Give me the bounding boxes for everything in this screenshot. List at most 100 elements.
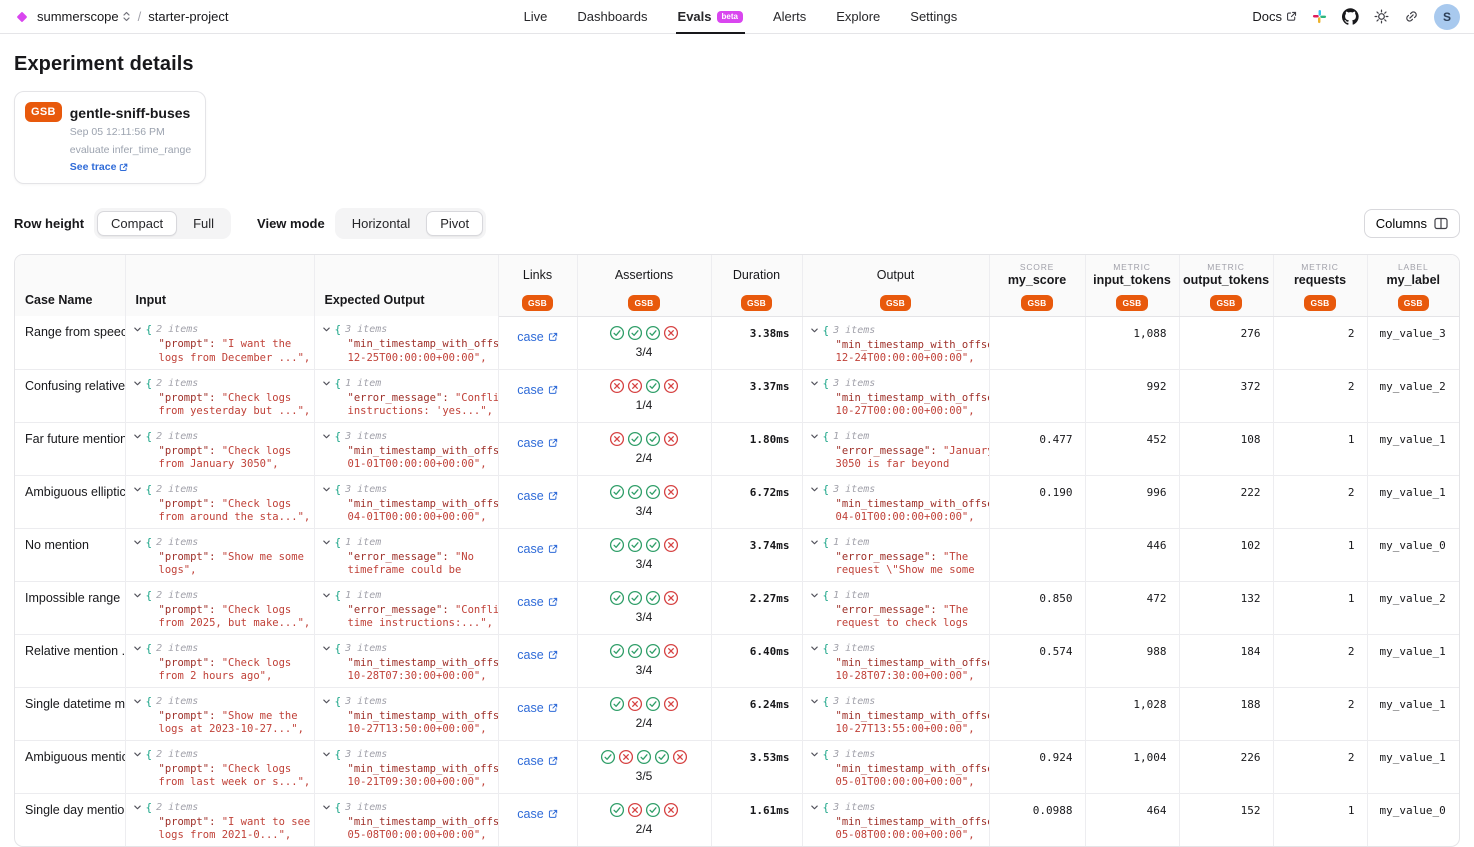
json-line: logs", [159, 564, 314, 578]
table-row: Confusing relative...{2 items"prompt": "… [15, 369, 1459, 422]
case-name-cell: Single day mention [15, 793, 125, 846]
project-name[interactable]: starter-project [148, 9, 228, 24]
json-brace: { [823, 589, 830, 602]
assertion-pass-icon [645, 643, 661, 659]
col-header-Links: Links [498, 255, 577, 288]
json-line: "prompt": "Check logs [159, 392, 314, 406]
collapse-chevron-icon[interactable] [133, 538, 142, 547]
collapse-chevron-icon[interactable] [322, 485, 331, 494]
docs-link[interactable]: Docs [1252, 9, 1297, 24]
collapse-chevron-icon[interactable] [133, 644, 142, 653]
case-link[interactable]: case [517, 807, 557, 821]
collapse-chevron-icon[interactable] [322, 750, 331, 759]
columns-button[interactable]: Columns [1364, 209, 1460, 238]
json-line: "min_timestamp_with_offset" [836, 339, 989, 353]
assertion-fail-icon [663, 378, 679, 394]
col-header-case-name: Case Name [15, 255, 125, 316]
slack-icon[interactable] [1312, 9, 1327, 24]
json-line: "min_timestamp_with_offset" [836, 763, 989, 777]
assertion-pass-icon [645, 378, 661, 394]
input-cell: {2 items"prompt": "Check logsfrom 2 hour… [125, 634, 314, 687]
collapse-chevron-icon[interactable] [322, 697, 331, 706]
tab-explore[interactable]: Explore [836, 0, 880, 34]
assertion-fraction: 2/4 [578, 716, 711, 730]
case-link[interactable]: case [517, 330, 557, 344]
json-item-count: 2 items [156, 537, 198, 548]
assertion-pass-icon [609, 325, 625, 341]
case-link[interactable]: case [517, 648, 557, 662]
collapse-chevron-icon[interactable] [810, 379, 819, 388]
collapse-chevron-icon[interactable] [810, 644, 819, 653]
collapse-chevron-icon[interactable] [133, 591, 142, 600]
assertion-fail-icon [618, 749, 634, 765]
json-line: "min_timestamp_with_offset" [836, 498, 989, 512]
tab-live[interactable]: Live [524, 0, 548, 34]
case-link[interactable]: case [517, 701, 557, 715]
table-row: Range from speech{2 items"prompt": "I wa… [15, 316, 1459, 369]
label-cell: my_value_0 [1367, 793, 1459, 846]
collapse-chevron-icon[interactable] [810, 803, 819, 812]
collapse-chevron-icon[interactable] [810, 697, 819, 706]
json-item-count: 1 item [833, 431, 869, 442]
collapse-chevron-icon[interactable] [322, 591, 331, 600]
collapse-chevron-icon[interactable] [810, 591, 819, 600]
column-name: input_tokens [1086, 273, 1179, 287]
case-link[interactable]: case [517, 383, 557, 397]
collapse-chevron-icon[interactable] [133, 750, 142, 759]
theme-sun-icon[interactable] [1374, 9, 1389, 24]
case-link[interactable]: case [517, 489, 557, 503]
see-trace-link[interactable]: See trace [70, 161, 191, 173]
column-category: SCORE [990, 262, 1085, 272]
case-link-label: case [517, 436, 543, 450]
output-tokens-cell: 222 [1179, 475, 1273, 528]
collapse-chevron-icon[interactable] [133, 379, 142, 388]
collapse-chevron-icon[interactable] [133, 485, 142, 494]
json-line: "min_timestamp_with_offset" [348, 657, 498, 671]
json-line: "error_message": "The [836, 604, 989, 618]
collapse-chevron-icon[interactable] [133, 697, 142, 706]
collapse-chevron-icon[interactable] [810, 326, 819, 335]
share-link-icon[interactable] [1404, 9, 1419, 24]
collapse-chevron-icon[interactable] [810, 538, 819, 547]
collapse-chevron-icon[interactable] [322, 644, 331, 653]
collapse-chevron-icon[interactable] [322, 803, 331, 812]
label-cell: my_value_1 [1367, 475, 1459, 528]
output-tokens-cell: 188 [1179, 687, 1273, 740]
json-brace: { [335, 695, 342, 708]
input-cell: {2 items"prompt": "I want thelogs from D… [125, 316, 314, 369]
case-link[interactable]: case [517, 595, 557, 609]
collapse-chevron-icon[interactable] [133, 803, 142, 812]
collapse-chevron-icon[interactable] [322, 325, 331, 334]
collapse-chevron-icon[interactable] [810, 432, 819, 441]
collapse-chevron-icon[interactable] [133, 432, 142, 441]
collapse-chevron-icon[interactable] [133, 325, 142, 334]
expected-output-cell: {3 items"min_timestamp_with_offset"12-25… [314, 316, 498, 369]
input-tokens-cell: 988 [1085, 634, 1179, 687]
input-cell: {2 items"prompt": "Check logsfrom around… [125, 475, 314, 528]
experiment-badge: GSB [1304, 295, 1335, 311]
github-icon[interactable] [1342, 8, 1359, 25]
row-height-full[interactable]: Full [179, 211, 228, 236]
tab-evals[interactable]: Evals beta [678, 0, 743, 34]
row-height-compact[interactable]: Compact [97, 211, 177, 236]
col-header-Duration: Duration [711, 255, 802, 288]
org-switcher[interactable]: summerscope [37, 9, 131, 24]
avatar[interactable]: S [1434, 4, 1460, 30]
collapse-chevron-icon[interactable] [322, 379, 331, 388]
collapse-chevron-icon[interactable] [810, 485, 819, 494]
case-link[interactable]: case [517, 542, 557, 556]
assertions-cell: 2/4 [577, 687, 711, 740]
collapse-chevron-icon[interactable] [322, 538, 331, 547]
view-mode-pivot[interactable]: Pivot [426, 211, 483, 236]
case-link[interactable]: case [517, 754, 557, 768]
collapse-chevron-icon[interactable] [810, 750, 819, 759]
json-line: 10-27T13:50:00+00:00", [348, 723, 498, 737]
json-line: "error_message": "No [348, 551, 498, 565]
tab-settings[interactable]: Settings [910, 0, 957, 34]
case-link[interactable]: case [517, 436, 557, 450]
tab-alerts[interactable]: Alerts [773, 0, 806, 34]
view-mode-horizontal[interactable]: Horizontal [338, 211, 425, 236]
collapse-chevron-icon[interactable] [322, 432, 331, 441]
tab-dashboards[interactable]: Dashboards [577, 0, 647, 34]
experiment-badge: GSB [1398, 295, 1429, 311]
